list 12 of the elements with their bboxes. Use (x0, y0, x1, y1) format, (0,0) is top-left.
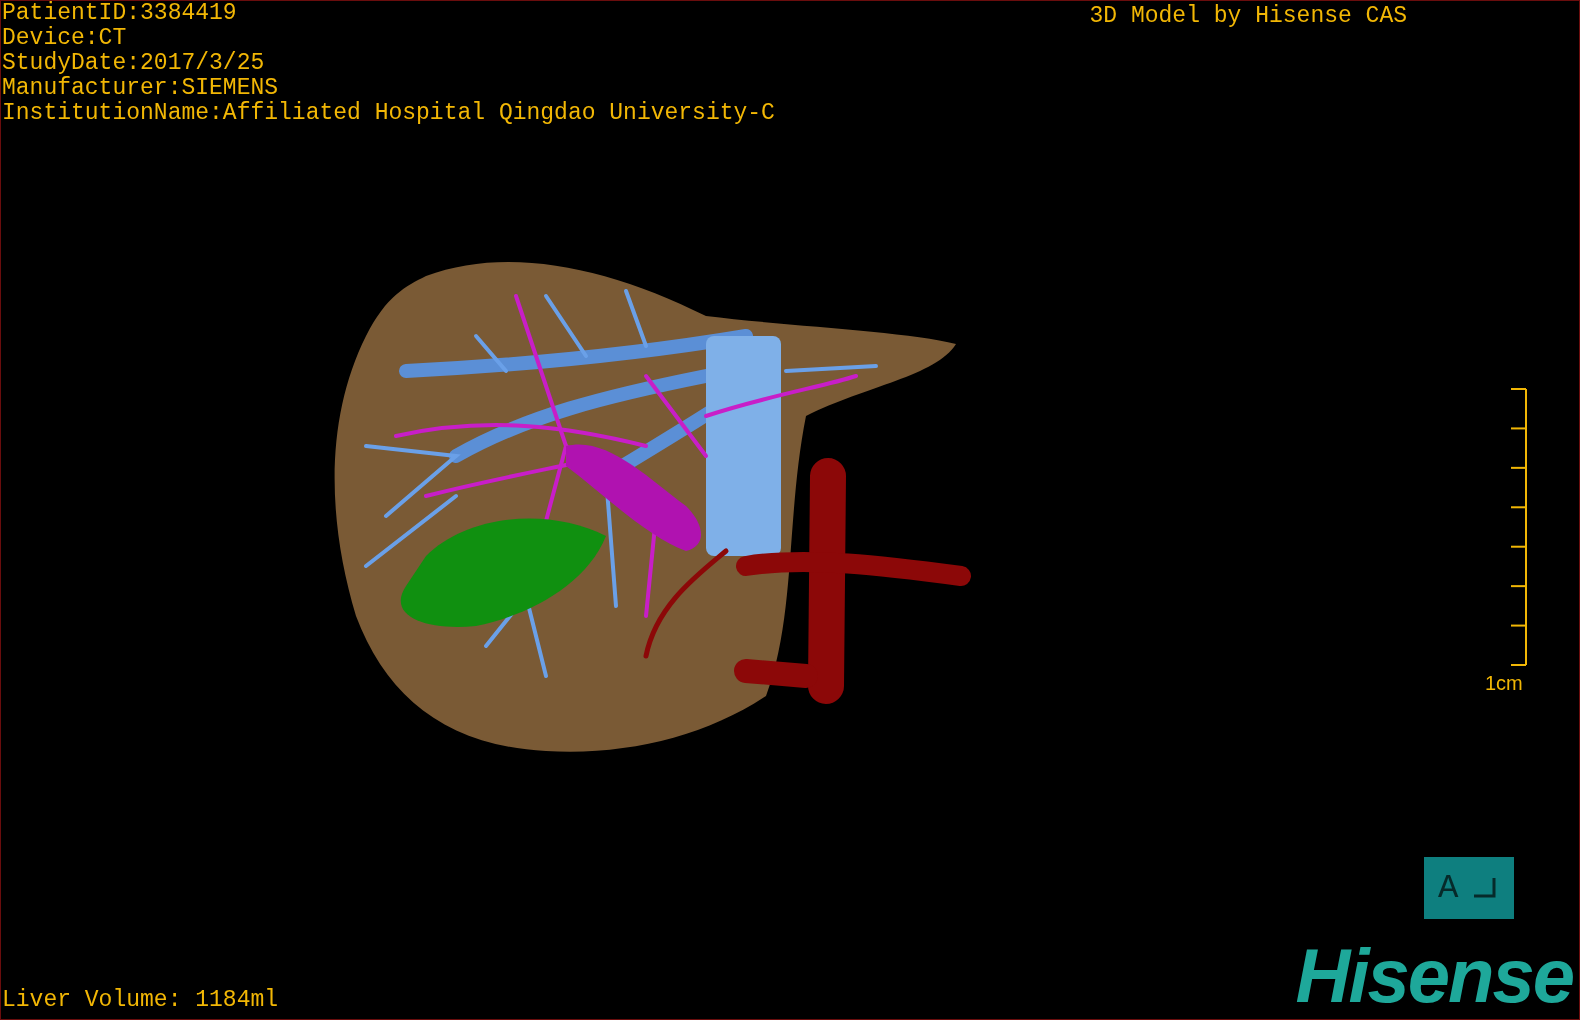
patient-info-line: PatientID:3384419 (2, 1, 238, 26)
viewer-title: 3D Model by Hisense CAS (1089, 4, 1407, 29)
scale-label: 1cm (1485, 673, 1523, 693)
patient-info-line: Manufacturer:SIEMENS (2, 76, 280, 101)
patient-info-line: InstitutionName:Affiliated Hospital Qingdao University-C (2, 101, 775, 126)
patient-info-line: StudyDate:2017/3/25 (2, 51, 266, 76)
brand-logo: Hisense (1295, 941, 1573, 1011)
orientation-badge[interactable]: A (1424, 857, 1514, 919)
orientation-label: A (1438, 871, 1459, 905)
patient-info-line: Device:CT (2, 26, 128, 51)
liver-volume-text: Liver Volume: 1184ml (1, 987, 279, 1015)
corner-icon (1474, 878, 1496, 898)
